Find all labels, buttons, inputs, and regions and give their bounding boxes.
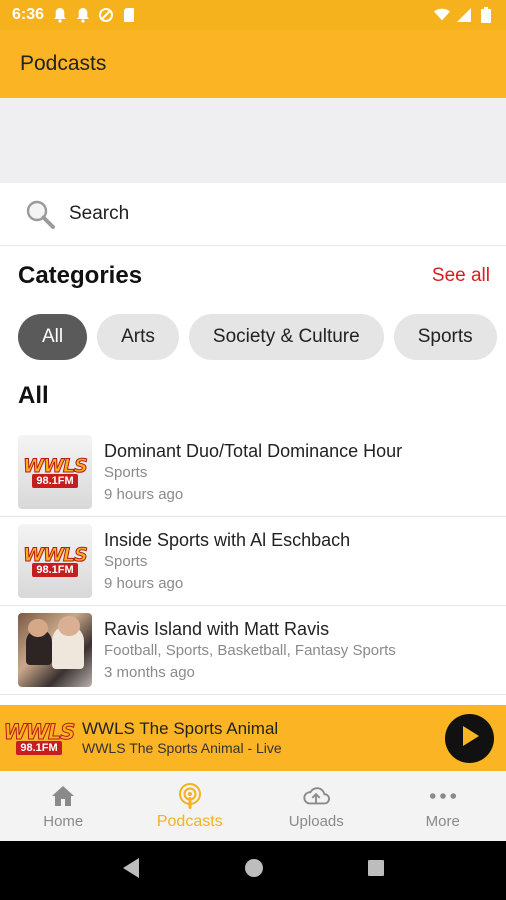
system-navigation-bar	[0, 841, 506, 900]
podcast-artwork-photo	[18, 613, 92, 687]
list-item[interactable]: WWLS 98.1FM Inside Sports with Al Eschba…	[0, 517, 506, 606]
nav-home-label: Home	[43, 813, 84, 830]
podcast-list: WWLS 98.1FM Dominant Duo/Total Dominance…	[0, 428, 506, 695]
list-title: All	[18, 382, 49, 409]
mini-player[interactable]: WWLS 98.1FM WWLS The Sports Animal WWLS …	[0, 705, 506, 771]
list-item[interactable]: Ravis Island with Matt Ravis Football, S…	[0, 606, 506, 695]
podcast-icon	[176, 782, 204, 810]
chip-society-culture[interactable]: Society & Culture	[188, 314, 384, 360]
podcast-category: Sports	[104, 463, 148, 481]
station-logo: WWLS 98.1FM	[3, 713, 76, 763]
podcast-timestamp: 9 hours ago	[104, 485, 184, 503]
cloud-upload-icon	[302, 782, 331, 810]
page-title: Podcasts	[20, 52, 107, 75]
player-title: WWLS The Sports Animal	[82, 719, 279, 738]
home-circle-icon[interactable]	[244, 858, 264, 883]
podcast-category: Sports	[104, 552, 148, 570]
podcast-artwork: WWLS 98.1FM	[18, 524, 92, 598]
nav-podcasts[interactable]: Podcasts	[127, 771, 254, 841]
podcast-category: Football, Sports, Basketball, Fantasy Sp…	[104, 641, 396, 659]
home-icon	[49, 782, 77, 810]
wwls-logo-text: WWLS	[23, 543, 89, 566]
bottom-navigation: Home Podcasts Uploads More	[0, 771, 506, 841]
search-icon	[24, 198, 56, 230]
podcast-timestamp: 3 months ago	[104, 663, 195, 681]
app-bar: Podcasts	[0, 30, 506, 98]
recents-square-icon[interactable]	[367, 859, 385, 882]
wwls-logo-text: WWLS	[23, 454, 89, 477]
search-bar[interactable]	[0, 183, 506, 246]
back-icon[interactable]	[121, 857, 141, 884]
podcast-artwork: WWLS 98.1FM	[18, 435, 92, 509]
category-chips: All Arts Society & Culture Sports	[18, 314, 497, 360]
data-saver-icon	[98, 7, 114, 23]
see-all-link[interactable]: See all	[432, 265, 490, 287]
player-subtitle: WWLS The Sports Animal - Live	[82, 740, 282, 756]
sd-card-icon	[121, 7, 137, 23]
nav-uploads-label: Uploads	[288, 813, 344, 830]
wifi-icon	[434, 7, 450, 23]
podcast-title: Dominant Duo/Total Dominance Hour	[104, 440, 403, 461]
search-input[interactable]	[69, 203, 449, 225]
play-button[interactable]	[445, 714, 494, 763]
wwls-logo-frequency: 98.1FM	[16, 740, 62, 755]
nav-more[interactable]: More	[380, 771, 506, 841]
cell-signal-icon	[456, 7, 472, 23]
chip-sports[interactable]: Sports	[393, 314, 497, 360]
nav-podcasts-label: Podcasts	[156, 812, 223, 830]
list-item[interactable]: WWLS 98.1FM Dominant Duo/Total Dominance…	[0, 428, 506, 517]
chip-arts[interactable]: Arts	[97, 314, 179, 360]
status-bar: 6:36	[0, 0, 506, 30]
wwls-logo-frequency: 98.1FM	[32, 562, 78, 577]
nav-uploads[interactable]: Uploads	[253, 771, 380, 841]
podcast-title: Ravis Island with Matt Ravis	[104, 618, 330, 639]
categories-header: Categories See all	[18, 262, 490, 290]
battery-icon	[478, 7, 494, 23]
wwls-logo-text: WWLS	[3, 719, 76, 744]
categories-title: Categories	[18, 262, 143, 289]
notification-bell-icon	[52, 7, 68, 23]
podcast-timestamp: 9 hours ago	[104, 574, 184, 592]
nav-more-label: More	[425, 813, 460, 830]
more-dots-icon	[429, 782, 457, 810]
chip-all[interactable]: All	[18, 314, 88, 360]
nav-home[interactable]: Home	[0, 771, 127, 841]
banner-placeholder	[0, 98, 506, 183]
wwls-logo-frequency: 98.1FM	[32, 473, 78, 488]
podcast-title: Inside Sports with Al Eschbach	[104, 529, 351, 550]
status-time: 6:36	[12, 6, 45, 23]
play-icon	[460, 725, 480, 752]
notification-bell-icon	[75, 7, 91, 23]
